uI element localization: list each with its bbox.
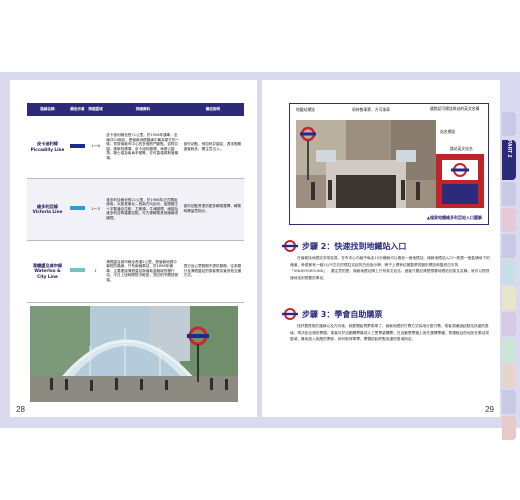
underground-roundel-icon [282, 308, 298, 320]
line-note: 週日及公眾假期不提供服務，往來銀行及滑鐵盧站的乘客需另覓其他交通方式。 [181, 240, 244, 303]
line-color [67, 240, 87, 303]
header-color: 顏色示意 [67, 103, 87, 116]
step3-title: 步驟 3：學會自助購票 [302, 310, 383, 319]
tab-part-2[interactable]: PART 2 [502, 140, 516, 180]
chapter-tab[interactable] [502, 390, 516, 414]
line-zone: 1～3 [86, 178, 105, 241]
chapter-tab[interactable] [502, 182, 516, 206]
callout-sign: 地鐵站標誌 [296, 107, 315, 112]
chapter-tab[interactable] [502, 112, 516, 136]
line-name: 維多利亞線 Victoria Line [27, 178, 68, 241]
table-row: 維多利亞線 Victoria Line 1～3 維多利亞線全長21公里，於1968年正… [27, 178, 244, 241]
header-zone: 跨越區域 [86, 103, 105, 116]
page-number-left: 28 [16, 405, 25, 414]
color-swatch [69, 143, 85, 148]
station-exterior-photo [30, 306, 238, 402]
callout-english-name: 路站英文站名 [450, 146, 473, 151]
chapter-tab[interactable] [502, 260, 516, 284]
table-row: 滑鐵盧及城市線 Waterloo & City Line 1 滑鐵盧及城市線全長僅2公… [27, 240, 244, 303]
line-zone: 1 [86, 240, 105, 303]
line-note: 部份站點，例如柯芬園站，週末假期遊客較多，需注意出入。 [181, 116, 244, 179]
chapter-tab[interactable] [502, 364, 516, 388]
chapter-tab[interactable] [502, 416, 516, 440]
line-color [67, 178, 87, 241]
diagram-caption: ▲倫敦地鐵維多利亞站入口圖解 [426, 215, 482, 220]
line-detail: 維多利亞線全長21公里，於1968年正式開始使用，大致呈東北—西南方向走向，途經… [104, 178, 182, 241]
color-swatch [69, 206, 85, 211]
header-note: 備註說明 [181, 103, 244, 116]
page-number-right: 29 [485, 405, 494, 414]
step2-text: 在倫敦找地鐵站非常容易，在市中心內幾乎每走10分鐘就可以看到一個地鐵站。倫敦地鐵… [290, 256, 490, 280]
chapter-tab[interactable] [502, 208, 516, 232]
line-detail: 滑鐵盧及城市線全長僅2公里，是倫敦地鐵中最短的路線，只有兩個車站，於1898年通… [104, 240, 182, 303]
entrance-diagram: 地鐵站標誌 周待售車票、方可乘車 國際認可標誌與站的英文名稱 站名標誌 路站英文… [289, 103, 489, 225]
line-color [67, 116, 87, 179]
callout-ticket: 周待售車票、方可乘車 [352, 107, 390, 112]
line-zone: 1～6 [86, 116, 105, 179]
chapter-tab[interactable] [502, 312, 516, 336]
book-spread: 路線名稱 顏色示意 跨越區域 詳細資料 備註說明 皮卡迪利線 Piccadilly… [0, 72, 520, 440]
callout-station-sign: 站名標誌 [440, 129, 456, 134]
step2-title: 步驟 2：快速找到地鐵站入口 [302, 242, 407, 251]
line-name: 滑鐵盧及城市線 Waterloo & City Line [27, 240, 68, 303]
chapter-tab[interactable] [502, 286, 516, 310]
underground-roundel-icon [282, 240, 298, 252]
line-note: 部份站點會提供更多轉乘選擇，轉乘時需留意指示。 [181, 178, 244, 241]
chapter-tabs: PART 2 [502, 112, 516, 442]
chapter-tab[interactable] [502, 234, 516, 258]
line-table: 路線名稱 顏色示意 跨越區域 詳細資料 備註說明 皮卡迪利線 Piccadilly… [27, 103, 244, 303]
header-line: 路線名稱 [27, 103, 68, 116]
line-name: 皮卡迪利線 Piccadilly Line [27, 116, 68, 179]
table-row: 皮卡迪利線 Piccadilly Line 1～6 皮卡迪利線全長71公里，於1906… [27, 116, 244, 179]
header-detail: 詳細資料 [104, 103, 182, 116]
tab-label: PART 2 [506, 140, 512, 158]
chapter-tab[interactable] [502, 338, 516, 362]
callout-name: 國際認可標誌與站的英文名稱 [430, 106, 480, 111]
line-detail: 皮卡迪利線全長71公里，於1906年通車，全線共53個站，是倫敦地鐵路線中最為繁… [104, 116, 182, 179]
step3-text: 找好要搭乘的路線以及方向後，就要開始買票乘車了。倫敦地鐵的付費方式採用分區付費，… [290, 324, 490, 341]
left-page: 路線名稱 顏色示意 跨越區域 詳細資料 備註說明 皮卡迪利線 Piccadilly… [10, 80, 257, 417]
table-header: 路線名稱 顏色示意 跨越區域 詳細資料 備註說明 [27, 103, 244, 116]
color-swatch [69, 268, 85, 273]
